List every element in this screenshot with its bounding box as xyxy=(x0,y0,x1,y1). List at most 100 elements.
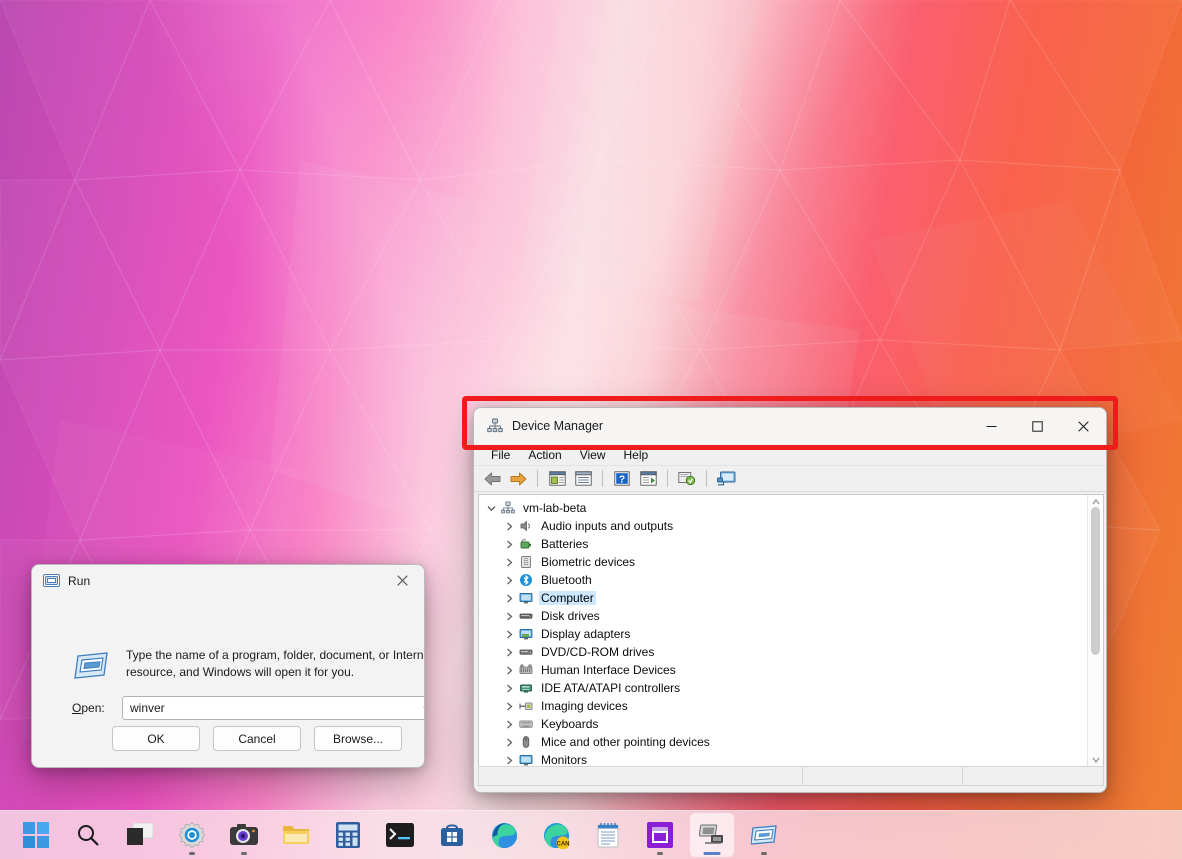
running-indicator xyxy=(241,852,247,855)
help-question-icon: ? xyxy=(614,471,630,486)
fingerprint-icon xyxy=(516,555,536,569)
device-tree-scrollbar[interactable] xyxy=(1087,495,1103,767)
ok-button[interactable]: OK xyxy=(112,726,200,751)
tree-item-label: Human Interface Devices xyxy=(539,663,678,677)
back-arrow-icon xyxy=(484,472,501,486)
terminal-button[interactable] xyxy=(378,813,422,857)
svg-text:?: ? xyxy=(619,473,625,485)
tree-item-imaging-devices[interactable]: Imaging devices xyxy=(479,697,1087,715)
close-button[interactable] xyxy=(1060,408,1106,444)
device-tree[interactable]: vm-lab-beta Audio inputs and outputs Bat… xyxy=(479,495,1087,767)
update-driver-button[interactable] xyxy=(675,468,699,490)
tree-item-audio-inputs-and-outputs[interactable]: Audio inputs and outputs xyxy=(479,517,1087,535)
tree-item-human-interface-devices[interactable]: Human Interface Devices xyxy=(479,661,1087,679)
run-dialog-window[interactable]: Run Type the name of a program, folder, … xyxy=(31,564,425,768)
run-titlebar[interactable]: Run xyxy=(32,565,424,596)
tree-root-vm-lab-beta[interactable]: vm-lab-beta xyxy=(479,499,1087,517)
chevron-right-icon[interactable] xyxy=(503,540,516,549)
calculator-button[interactable] xyxy=(326,813,370,857)
cancel-button[interactable]: Cancel xyxy=(213,726,301,751)
hid-icon xyxy=(516,663,536,677)
file-explorer-button[interactable] xyxy=(274,813,318,857)
run-dialog-taskbar-button[interactable] xyxy=(742,813,786,857)
edge-icon xyxy=(491,822,518,849)
properties-button[interactable] xyxy=(545,468,569,490)
forward-button[interactable] xyxy=(506,468,530,490)
notepad-icon xyxy=(596,822,620,849)
gear-icon xyxy=(179,822,205,848)
device-manager-titlebar[interactable]: Device Manager xyxy=(474,408,1106,444)
chevron-right-icon[interactable] xyxy=(503,630,516,639)
device-manager-statusbar xyxy=(478,766,1104,786)
menu-action[interactable]: Action xyxy=(519,445,570,465)
chevron-right-icon[interactable] xyxy=(503,594,516,603)
browse-button[interactable]: Browse... xyxy=(314,726,402,751)
chevron-right-icon[interactable] xyxy=(503,666,516,675)
settings-button[interactable] xyxy=(170,813,214,857)
camera-button[interactable] xyxy=(222,813,266,857)
tree-item-ide-ata-atapi-controllers[interactable]: IDE ATA/ATAPI controllers xyxy=(479,679,1087,697)
chevron-right-icon[interactable] xyxy=(503,612,516,621)
tree-item-disk-drives[interactable]: Disk drives xyxy=(479,607,1087,625)
device-manager-menubar: File Action View Help xyxy=(474,444,1106,466)
menu-help[interactable]: Help xyxy=(615,445,658,465)
speaker-icon xyxy=(516,519,536,533)
taskbar[interactable]: CAN xyxy=(0,810,1182,859)
chevron-right-icon[interactable] xyxy=(503,558,516,567)
tree-item-biometric-devices[interactable]: Biometric devices xyxy=(479,553,1087,571)
tree-item-label: Biometric devices xyxy=(539,555,637,569)
microsoft-store-button[interactable] xyxy=(430,813,474,857)
chevron-right-icon[interactable] xyxy=(503,684,516,693)
tree-item-display-adapters[interactable]: Display adapters xyxy=(479,625,1087,643)
device-manager-window[interactable]: Device Manager File Action View Help xyxy=(473,407,1107,793)
tree-item-bluetooth[interactable]: Bluetooth xyxy=(479,571,1087,589)
menu-view[interactable]: View xyxy=(571,445,615,465)
tree-item-batteries[interactable]: Batteries xyxy=(479,535,1087,553)
device-tree-panel[interactable]: vm-lab-beta Audio inputs and outputs Bat… xyxy=(478,494,1104,768)
chevron-down-icon[interactable] xyxy=(423,697,425,721)
chevron-right-icon[interactable] xyxy=(503,738,516,747)
task-view-button[interactable] xyxy=(118,813,162,857)
chevron-right-icon[interactable] xyxy=(503,702,516,711)
run-open-input-value[interactable]: winver xyxy=(123,701,165,715)
tree-item-dvd-cd-rom-drives[interactable]: DVD/CD-ROM drives xyxy=(479,643,1087,661)
folder-icon xyxy=(282,823,310,847)
start-button[interactable] xyxy=(14,813,58,857)
chevron-right-icon[interactable] xyxy=(503,522,516,531)
monitor-icon xyxy=(516,591,536,605)
tree-item-keyboards[interactable]: Keyboards xyxy=(479,715,1087,733)
edge-canary-icon: CAN xyxy=(543,822,570,849)
scrollbar-down-arrow[interactable] xyxy=(1088,753,1104,767)
tree-item-label: Disk drives xyxy=(539,609,602,623)
search-button[interactable] xyxy=(66,813,110,857)
menu-file[interactable]: File xyxy=(482,445,519,465)
chevron-right-icon[interactable] xyxy=(503,576,516,585)
back-button[interactable] xyxy=(480,468,504,490)
windows-logo-icon xyxy=(23,822,49,848)
run-open-combobox[interactable]: winver xyxy=(122,696,425,720)
chevron-right-icon[interactable] xyxy=(503,720,516,729)
tree-item-mice-and-other-pointing-devices[interactable]: Mice and other pointing devices xyxy=(479,733,1087,751)
edge-button[interactable] xyxy=(482,813,526,857)
run-button-row: OK Cancel Browse... xyxy=(112,726,402,751)
minimize-button[interactable] xyxy=(968,408,1014,444)
run-close-button[interactable] xyxy=(380,565,424,596)
tree-item-computer[interactable]: Computer xyxy=(479,589,1087,607)
tree-item-label: Mice and other pointing devices xyxy=(539,735,712,749)
device-manager-taskbar-button[interactable] xyxy=(690,813,734,857)
scrollbar-thumb[interactable] xyxy=(1091,507,1100,655)
edge-canary-button[interactable]: CAN xyxy=(534,813,578,857)
chevron-right-icon[interactable] xyxy=(503,648,516,657)
add-legacy-hardware-button[interactable] xyxy=(714,468,738,490)
maximize-button[interactable] xyxy=(1014,408,1060,444)
notepad-button[interactable] xyxy=(586,813,630,857)
chevron-right-icon[interactable] xyxy=(503,756,516,765)
scan-button[interactable] xyxy=(636,468,660,490)
chevron-down-icon[interactable] xyxy=(485,504,498,513)
running-indicator xyxy=(189,852,195,855)
help-button[interactable]: ? xyxy=(610,468,634,490)
purple-app-button[interactable] xyxy=(638,813,682,857)
run-open-label: Open: xyxy=(72,701,122,715)
show-hidden-button[interactable] xyxy=(571,468,595,490)
svg-text:CAN: CAN xyxy=(556,841,569,847)
